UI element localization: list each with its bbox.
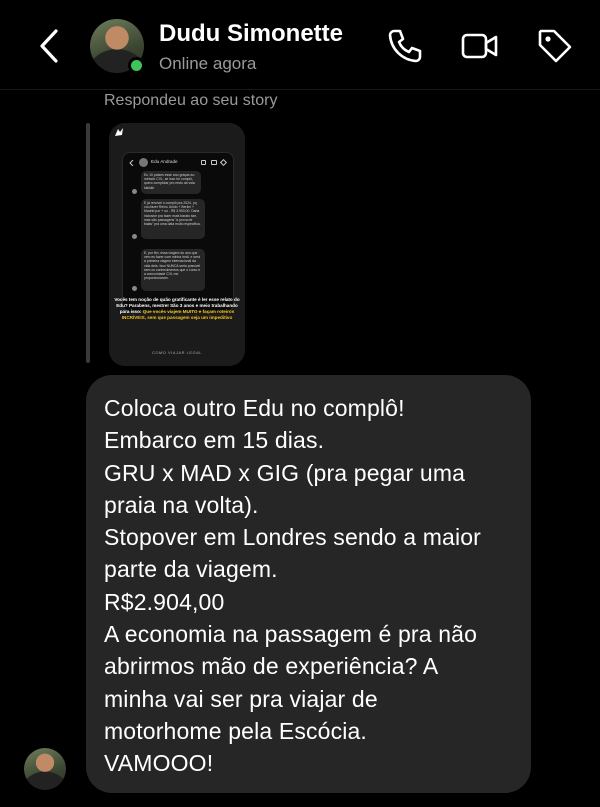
reply-caption: Respondeu ao seu story [104, 92, 278, 109]
message-line: motorhome pela Escócia. [104, 717, 367, 744]
back-chevron-icon[interactable] [34, 28, 64, 64]
contact-name[interactable]: Dudu Simonette [159, 20, 343, 48]
message-line: A economia na passagem é pra não [104, 621, 478, 648]
reply-indicator-bar [86, 123, 90, 363]
story-thumbnail[interactable]: Edu Andrade Eu 10 países esse ano graças… [109, 123, 245, 366]
story-avatar [132, 286, 137, 291]
video-icon[interactable] [460, 26, 500, 66]
story-image: Edu Andrade Eu 10 países esse ano graças… [109, 123, 245, 366]
message-line: Coloca outro Edu no complô! [104, 395, 405, 421]
message-line: R$2.904,00 [104, 588, 225, 615]
sender-avatar[interactable] [24, 748, 66, 790]
story-bubble: Eu 10 países esse ano graças ao método C… [141, 171, 201, 194]
chat-header: Dudu Simonette Online agora [0, 0, 600, 90]
story-avatar [132, 189, 137, 194]
story-screenshot: Edu Andrade Eu 10 países esse ano graças… [122, 152, 234, 312]
phone-icon[interactable] [385, 26, 425, 66]
contact-status: Online agora [159, 54, 257, 73]
message-line: Stopover em Londres sendo a maior [104, 524, 481, 551]
story-author: Edu Andrade [151, 159, 178, 164]
story-caption: Vocês tem noção de quão gratificante é l… [113, 297, 241, 321]
message-line: VAMOOO! [104, 750, 214, 777]
message-line: Embarco em 15 dias. [104, 427, 325, 454]
story-logo: COMO VIAJAR LEGAL [151, 350, 203, 355]
story-avatar [132, 234, 137, 239]
message-line: praia na volta). [104, 491, 259, 518]
story-bubble: E já renovei o complô pra 2024, pq vou f… [141, 199, 205, 239]
story-screenshot-header: Edu Andrade [129, 157, 229, 171]
message-bubble[interactable]: Coloca outro Edu no complô! Embarco em 1… [86, 375, 531, 793]
story-sticker-icon [115, 128, 123, 136]
tag-icon[interactable] [535, 26, 575, 66]
message-line: GRU x MAD x GIG (pra pegar uma [104, 459, 466, 486]
message-line: minha vai ser pra viajar de [104, 685, 378, 712]
story-bubble: E, por fim, essa viagem do ano que vem e… [141, 249, 205, 291]
online-indicator [128, 57, 145, 74]
message-line: parte da viagem. [104, 556, 278, 583]
message-line: abrirmos mão de experiência? A [104, 653, 439, 680]
